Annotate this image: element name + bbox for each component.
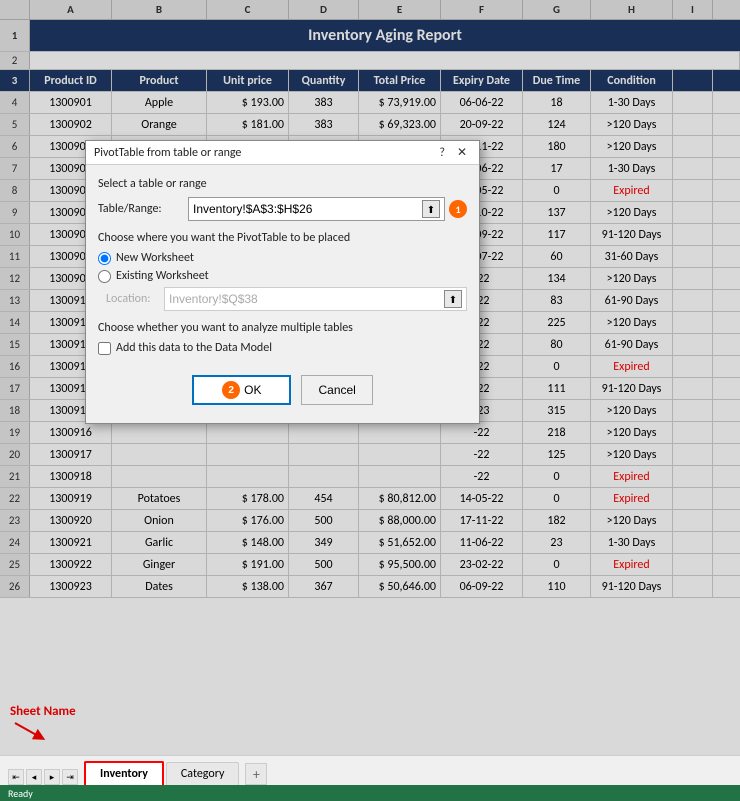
location-input[interactable] [169,292,444,306]
nav-prev-arrow[interactable]: ◂ [26,769,42,785]
nav-first-arrow[interactable]: ⇤ [8,769,24,785]
nav-last-arrow[interactable]: ⇥ [62,769,78,785]
location-input-wrap: ⬆ [164,287,467,311]
table-range-input[interactable] [193,202,422,216]
existing-worksheet-radio[interactable] [98,270,111,283]
existing-worksheet-label: Existing Worksheet [116,269,209,283]
new-worksheet-row: New Worksheet [98,251,467,265]
new-worksheet-label: New Worksheet [116,251,194,265]
badge-1: 1 [449,200,467,218]
table-range-label: Table/Range: [98,202,188,216]
pivot-dialog: PivotTable from table or range ? ✕ Selec… [85,140,480,424]
location-row: Location: ⬆ [98,287,467,311]
table-range-input-wrap: ⬆ [188,197,445,221]
sheet-tab-inventory[interactable]: Inventory [84,761,164,785]
select-label: Select a table or range [98,177,467,191]
placement-label: Choose where you want the PivotTable to … [98,231,467,245]
status-bar: Ready [0,785,740,801]
ok-button[interactable]: 2 OK [192,375,291,405]
dialog-body: Select a table or range Table/Range: ⬆ 1… [86,165,479,423]
table-range-row: Table/Range: ⬆ 1 [98,197,467,221]
add-data-row: Add this data to the Data Model [98,341,467,355]
location-label: Location: [106,292,164,306]
cancel-button[interactable]: Cancel [301,375,372,405]
dialog-titlebar: PivotTable from table or range ? ✕ [86,141,479,165]
dialog-footer: 2 OK Cancel [98,369,467,415]
badge-2: 2 [222,381,240,399]
sheet-tabs-row: ⇤ ◂ ▸ ⇥ Inventory Category + [0,756,740,785]
add-data-checkbox[interactable] [98,342,111,355]
location-collapse-icon[interactable]: ⬆ [444,290,462,308]
dialog-controls: ? ✕ [435,145,471,160]
sheet-tab-category[interactable]: Category [166,762,239,785]
dialog-title: PivotTable from table or range [94,146,241,160]
status-text: Ready [8,787,33,800]
add-data-label: Add this data to the Data Model [116,341,272,355]
existing-worksheet-row: Existing Worksheet [98,269,467,283]
bottom-bar: ⇤ ◂ ▸ ⇥ Inventory Category + Ready [0,755,740,801]
dialog-close-button[interactable]: ✕ [453,145,471,160]
dialog-help-button[interactable]: ? [435,146,449,160]
nav-next-arrow[interactable]: ▸ [44,769,60,785]
new-worksheet-radio[interactable] [98,252,111,265]
add-sheet-button[interactable]: + [245,763,267,785]
analyze-label: Choose whether you want to analyze multi… [98,321,467,335]
nav-arrows: ⇤ ◂ ▸ ⇥ [8,769,78,785]
table-range-collapse-icon[interactable]: ⬆ [422,200,440,218]
